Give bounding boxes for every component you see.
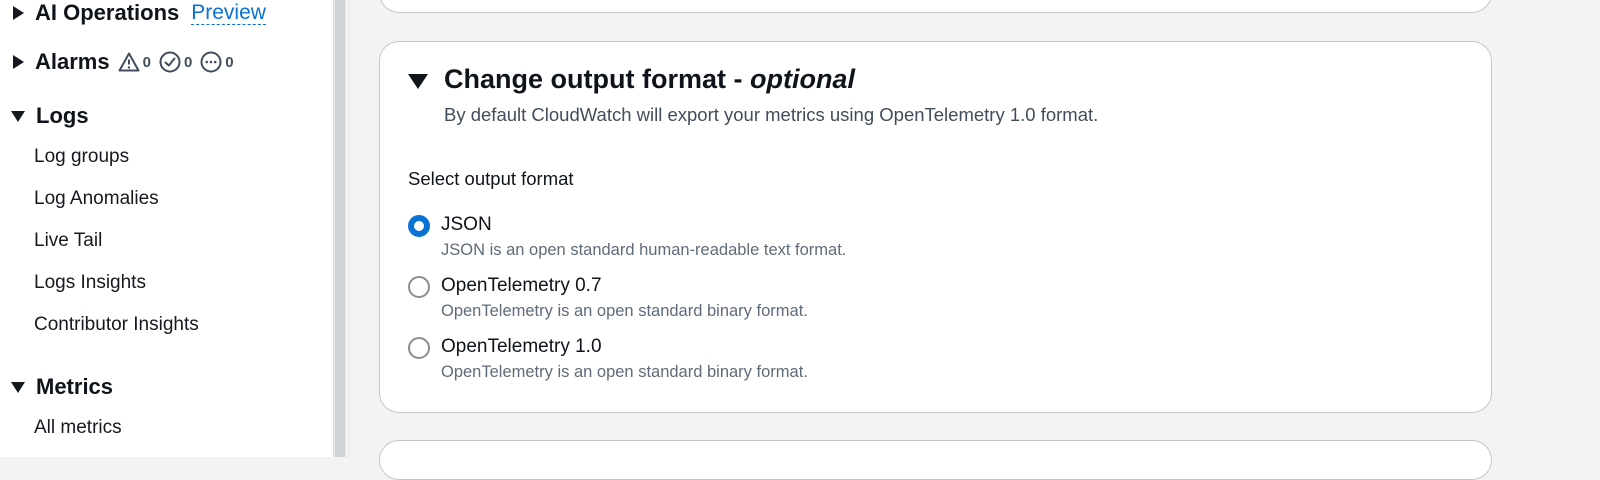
nav-item-logs-insights[interactable]: Logs Insights bbox=[34, 272, 146, 294]
radio-description: OpenTelemetry is an open standard binary… bbox=[441, 302, 808, 320]
radio-label: JSON bbox=[441, 214, 492, 235]
alarm-count-text: 0 bbox=[225, 53, 234, 71]
alarm-in-alarm-count: 0 bbox=[118, 52, 151, 72]
nav-section-logs[interactable]: Logs bbox=[10, 103, 89, 129]
nav-item-contributor-insights[interactable]: Contributor Insights bbox=[34, 314, 199, 336]
alarm-insufficient-count: 0 bbox=[200, 51, 234, 73]
caret-right-icon bbox=[13, 55, 24, 69]
preview-badge-link[interactable]: Preview bbox=[191, 1, 266, 26]
alarm-count-text: 0 bbox=[142, 53, 151, 71]
section-title-optional: optional bbox=[749, 64, 855, 94]
nav-item-log-anomalies[interactable]: Log Anomalies bbox=[34, 188, 159, 210]
section-title-text: Change output format - bbox=[444, 64, 750, 94]
warning-icon bbox=[118, 52, 140, 72]
previous-section-card bbox=[379, 0, 1492, 13]
radio-button[interactable] bbox=[408, 337, 430, 359]
nav-section-metrics[interactable]: Metrics bbox=[10, 374, 113, 400]
caret-down-icon bbox=[11, 381, 25, 393]
nav-section-label: Logs bbox=[36, 103, 89, 128]
nav-item-log-groups[interactable]: Log groups bbox=[34, 146, 129, 168]
ellipsis-circle-icon bbox=[200, 51, 222, 73]
radio-description: JSON is an open standard human-readable … bbox=[441, 241, 847, 259]
sidebar-divider bbox=[349, 0, 350, 457]
radio-label: OpenTelemetry 1.0 bbox=[441, 336, 602, 357]
output-format-label: Select output format bbox=[408, 168, 574, 189]
sidebar-scrollbar[interactable] bbox=[333, 0, 346, 457]
nav-section-alarms[interactable]: Alarms 0 0 0 bbox=[10, 49, 234, 75]
check-circle-icon bbox=[159, 51, 181, 73]
alarm-ok-count: 0 bbox=[159, 51, 192, 73]
side-navigation: AI Operations Preview Alarms 0 0 0 Logs … bbox=[0, 0, 333, 457]
section-title[interactable]: Change output format - optional bbox=[444, 64, 855, 95]
nav-section-label: AI Operations bbox=[35, 0, 180, 25]
nav-section-ai-operations[interactable]: AI Operations Preview bbox=[10, 0, 266, 26]
nav-section-label: Alarms bbox=[35, 49, 110, 74]
section-description: By default CloudWatch will export your m… bbox=[444, 104, 1099, 125]
sidebar-scrollbar-thumb[interactable] bbox=[335, 0, 345, 457]
nav-item-live-tail[interactable]: Live Tail bbox=[34, 230, 102, 252]
alarm-count-text: 0 bbox=[183, 53, 193, 71]
caret-right-icon bbox=[13, 6, 24, 20]
nav-item-all-metrics[interactable]: All metrics bbox=[34, 417, 122, 439]
radio-button[interactable] bbox=[408, 276, 430, 298]
caret-down-icon[interactable] bbox=[408, 74, 428, 89]
radio-button-selected[interactable] bbox=[408, 215, 430, 237]
radio-description: OpenTelemetry is an open standard binary… bbox=[441, 363, 808, 381]
nav-section-label: Metrics bbox=[36, 374, 114, 399]
radio-label: OpenTelemetry 0.7 bbox=[441, 275, 602, 296]
next-section-card bbox=[379, 440, 1492, 480]
caret-down-icon bbox=[11, 110, 25, 122]
